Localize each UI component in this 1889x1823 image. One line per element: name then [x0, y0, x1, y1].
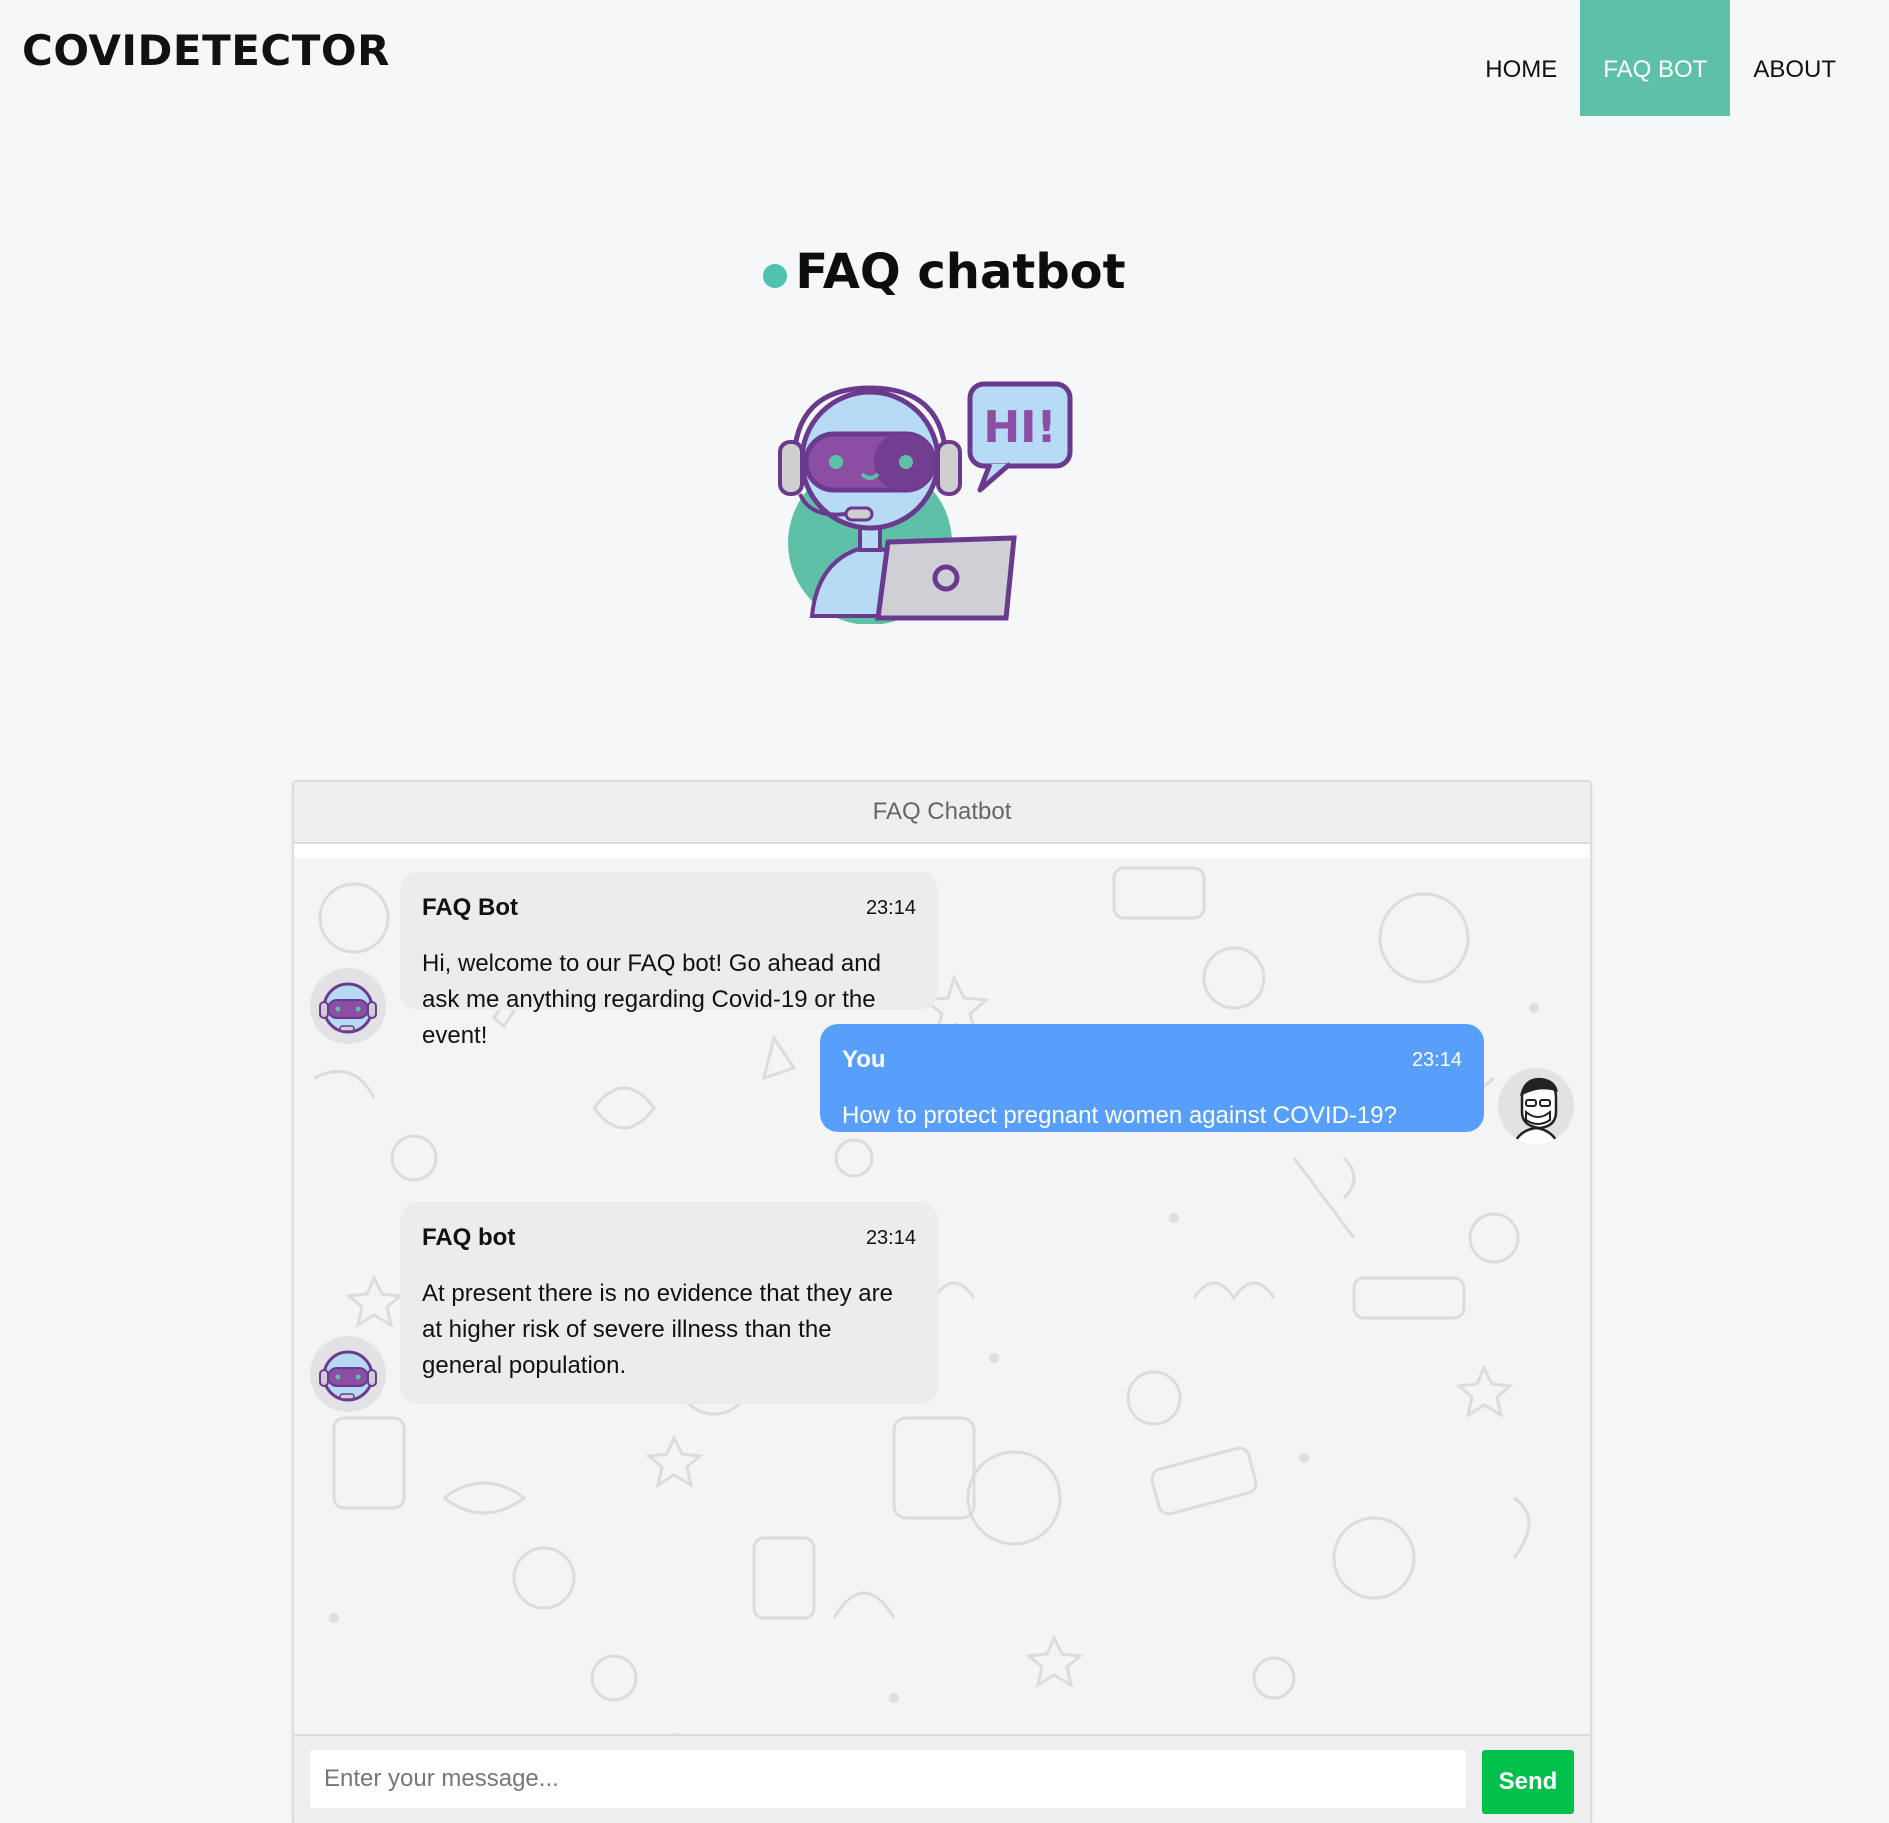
top-navbar: COVIDETECTOR HOME FAQ BOT ABOUT — [0, 0, 1889, 116]
message-sender: FAQ Bot — [422, 894, 518, 921]
chat-header: FAQ Chatbot — [294, 782, 1590, 844]
message-sender: FAQ bot — [422, 1224, 516, 1251]
title-dot-icon — [763, 264, 788, 288]
message-time: 23:14 — [1411, 1048, 1462, 1071]
message-bubble-user: You 23:14 How to protect pregnant women … — [820, 1024, 1484, 1132]
user-avatar — [1498, 1068, 1574, 1144]
chat-messages-area[interactable]: FAQ Bot 23:14 Hi, welcome to our FAQ bot… — [294, 858, 1590, 1734]
robot-avatar-icon — [319, 1350, 377, 1402]
nav-item-faq-bot[interactable]: FAQ BOT — [1580, 0, 1731, 116]
chat-window: FAQ Chatbot FAQ Bot 23:14 Hi, welcome to… — [292, 780, 1592, 1823]
page-title-row: FAQ chatbot — [0, 244, 1889, 300]
brand-logo[interactable]: COVIDETECTOR — [22, 26, 390, 75]
nav-item-home[interactable]: HOME — [1462, 0, 1580, 116]
bot-avatar — [310, 968, 386, 1044]
hero-speech-text: HI! — [983, 402, 1056, 453]
message-time: 23:14 — [865, 1226, 916, 1249]
message-text: How to protect pregnant women against CO… — [842, 1102, 1397, 1129]
bot-avatar — [310, 1336, 386, 1412]
robot-laptop-illustration: HI! — [778, 381, 1073, 624]
message-sender: You — [842, 1046, 886, 1073]
message-input-bar: Send — [294, 1734, 1590, 1823]
message-bubble-bot: FAQ bot 23:14 At present there is no evi… — [400, 1202, 938, 1404]
send-button[interactable]: Send — [1482, 1750, 1574, 1814]
nav-item-about[interactable]: ABOUT — [1730, 0, 1859, 116]
person-mask-avatar-icon — [1512, 1077, 1560, 1144]
message-text: At present there is no evidence that the… — [422, 1280, 893, 1379]
message-input[interactable] — [310, 1750, 1466, 1808]
main-nav: HOME FAQ BOT ABOUT — [1462, 0, 1889, 116]
message-bubble-bot: FAQ Bot 23:14 Hi, welcome to our FAQ bot… — [400, 872, 938, 1049]
chat-header-title: FAQ Chatbot — [872, 798, 1012, 825]
message-time: 23:14 — [865, 896, 916, 919]
robot-avatar-icon — [319, 982, 377, 1034]
page-title: FAQ chatbot — [795, 244, 1126, 300]
